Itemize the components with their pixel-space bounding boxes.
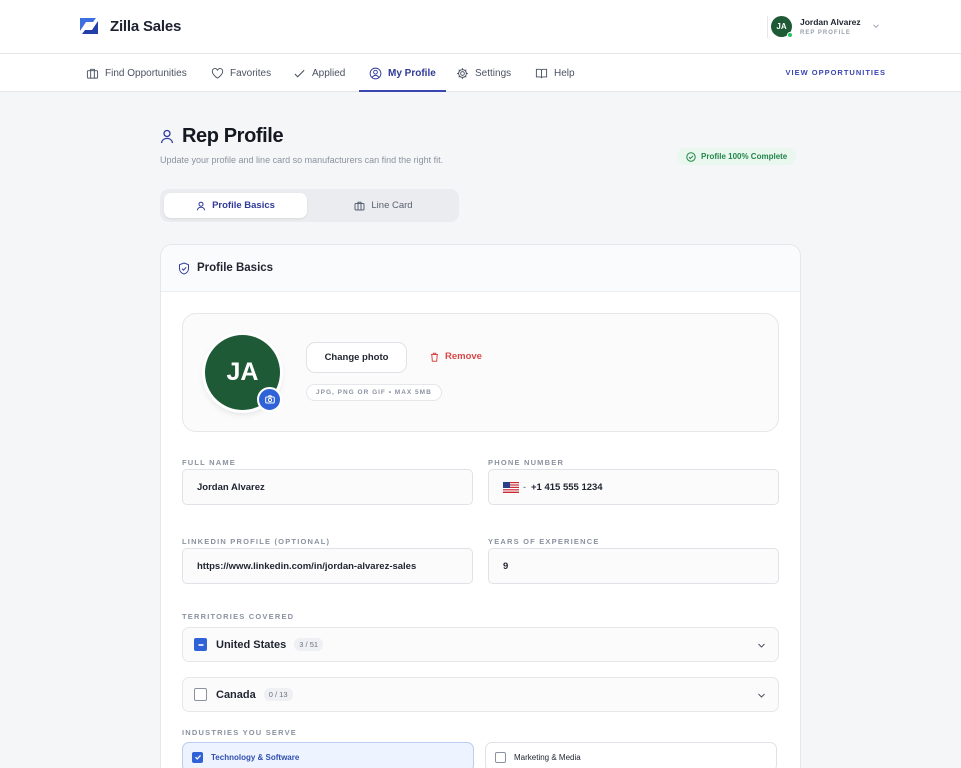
app-logo[interactable]: Zilla Sales: [79, 16, 181, 36]
territory-count-badge: 0 / 13: [263, 688, 293, 701]
nav-item-label: Favorites: [230, 67, 272, 79]
header-divider: [767, 16, 768, 38]
photo-format-hint: JPG, PNG OR GIF • MAX 5MB: [306, 384, 442, 401]
card-header: Profile Basics: [161, 245, 800, 292]
photo-upload-panel: JA Change photo Remove JPG, PNG OR GIF •…: [182, 313, 779, 432]
gear-icon: [457, 67, 468, 79]
page-title: Rep Profile: [160, 125, 284, 148]
experience-label: YEARS OF EXPERIENCE: [488, 537, 600, 546]
page-subtitle: Update your profile and line card so man…: [160, 155, 444, 165]
briefcase-icon: [86, 68, 99, 79]
user-avatar: JA: [771, 16, 793, 38]
user-menu[interactable]: JA Jordan Alvarez REP PROFILE: [771, 16, 861, 38]
change-photo-button[interactable]: Change photo: [306, 342, 407, 373]
tab-profile-basics[interactable]: Profile Basics: [164, 193, 307, 218]
online-status-dot: [787, 32, 793, 38]
nav-item-my-profile[interactable]: My Profile: [359, 54, 446, 92]
user-role: REP PROFILE: [800, 30, 851, 36]
nav-item-help[interactable]: Help: [535, 54, 575, 92]
experience-input[interactable]: 9: [488, 548, 779, 584]
top-bar: Zilla Sales JA Jordan Alvarez REP PROFIL…: [0, 0, 961, 54]
nav-item-label: Help: [554, 67, 575, 79]
full-name-label: FULL NAME: [182, 458, 236, 467]
camera-upload-button[interactable]: [257, 387, 282, 412]
territory-united-states[interactable]: United States 3 / 51: [182, 627, 779, 662]
nav-item-label: Find Opportunities: [105, 67, 187, 79]
profile-complete-badge: Profile 100% Complete: [677, 148, 797, 165]
industry-checkbox[interactable]: [495, 751, 506, 763]
user-avatar-initials: JA: [776, 22, 787, 31]
remove-photo-label: Remove: [445, 351, 482, 362]
industry-name: Technology & Software: [211, 752, 300, 762]
territory-checkbox[interactable]: [194, 688, 207, 701]
page-title-text: Rep Profile: [182, 125, 284, 147]
check-icon: [194, 754, 201, 760]
nav-item-settings[interactable]: Settings: [456, 54, 511, 92]
territory-count-badge: 3 / 51: [294, 638, 324, 651]
book-icon: [535, 68, 548, 78]
main-nav: Find Opportunities Favorites Applied My …: [0, 54, 961, 92]
territory-canada[interactable]: Canada 0 / 13: [182, 677, 779, 712]
industry-technology-software[interactable]: Technology & Software: [182, 742, 474, 768]
nav-item-find-opportunities[interactable]: Find Opportunities: [86, 54, 187, 92]
nav-item-label: Applied: [312, 67, 346, 79]
tab-label: Line Card: [371, 200, 413, 211]
card-title: Profile Basics: [197, 262, 274, 274]
user-icon: [196, 201, 206, 210]
nav-item-favorites[interactable]: Favorites: [211, 54, 271, 92]
user-name: Jordan Alvarez: [800, 17, 861, 27]
territory-checkbox-partial[interactable]: [194, 638, 207, 651]
shield-check-icon: [179, 261, 189, 275]
user-info: Jordan Alvarez REP PROFILE: [800, 17, 861, 36]
profile-basics-card: Profile Basics JA Change photo Remove JP…: [160, 244, 801, 768]
phone-number-value: +1 415 555 1234: [531, 481, 603, 493]
nav-item-label: My Profile: [388, 67, 436, 79]
profile-avatar-initials: JA: [226, 358, 259, 386]
tab-label: Profile Basics: [212, 200, 275, 211]
full-name-input[interactable]: Jordan Alvarez: [182, 469, 473, 505]
tab-line-card[interactable]: Line Card: [312, 193, 455, 218]
industries-label: INDUSTRIES YOU SERVE: [182, 728, 297, 737]
camera-icon: [264, 395, 275, 404]
phone-number-label: PHONE NUMBER: [488, 458, 565, 467]
nav-item-label: Settings: [475, 67, 512, 79]
phone-number-input[interactable]: - +1 415 555 1234: [488, 469, 779, 505]
view-opportunities-link[interactable]: VIEW OPPORTUNITIES: [785, 68, 886, 77]
industry-checkbox-checked[interactable]: [192, 751, 203, 763]
territory-name: Canada: [216, 688, 256, 701]
chevron-down-icon[interactable]: [757, 691, 766, 700]
country-code-separator: -: [523, 482, 526, 492]
industry-marketing-media[interactable]: Marketing & Media: [485, 742, 777, 768]
trash-icon: [431, 352, 438, 362]
remove-photo-button[interactable]: Remove: [430, 351, 482, 362]
territory-name: United States: [216, 638, 287, 651]
industry-name: Marketing & Media: [514, 752, 581, 762]
linkedin-label: LINKEDIN PROFILE (OPTIONAL): [182, 537, 331, 546]
profile-tabs: Profile Basics Line Card: [160, 189, 459, 222]
user-circle-icon: [369, 67, 382, 79]
user-icon: [160, 129, 174, 144]
linkedin-input[interactable]: https://www.linkedin.com/in/jordan-alvar…: [182, 548, 473, 584]
check-icon: [294, 69, 305, 78]
linkedin-value: https://www.linkedin.com/in/jordan-alvar…: [197, 560, 417, 572]
app-name: Zilla Sales: [110, 17, 182, 35]
nav-item-applied[interactable]: Applied: [293, 54, 345, 92]
us-flag-icon[interactable]: [503, 481, 519, 493]
chevron-down-icon[interactable]: [872, 22, 880, 30]
experience-value: 9: [503, 560, 509, 572]
minus-icon: [198, 643, 203, 646]
chevron-down-icon[interactable]: [757, 641, 766, 650]
full-name-value: Jordan Alvarez: [197, 481, 265, 493]
territories-label: TERRITORIES COVERED: [182, 612, 295, 621]
briefcase-icon: [354, 201, 365, 210]
profile-complete-text: Profile 100% Complete: [701, 152, 788, 161]
zilla-logo-icon: [80, 18, 98, 34]
heart-icon: [211, 67, 224, 79]
check-circle-icon: [686, 151, 696, 162]
